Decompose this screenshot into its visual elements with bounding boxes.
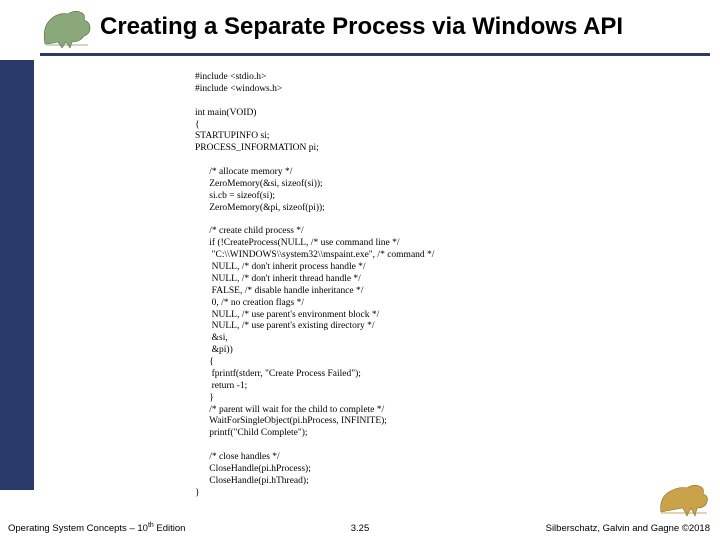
dinosaur-icon-right xyxy=(657,480,712,518)
dinosaur-icon-left xyxy=(40,8,95,50)
footer-left: Operating System Concepts – 10th Edition xyxy=(8,522,185,534)
footer: Operating System Concepts – 10th Edition… xyxy=(0,514,720,534)
side-accent-bar xyxy=(0,60,34,490)
code-listing: #include <stdio.h> #include <windows.h> … xyxy=(195,72,434,500)
footer-copyright: Silberschatz, Galvin and Gagne ©2018 xyxy=(546,523,710,534)
slide-title: Creating a Separate Process via Windows … xyxy=(100,13,623,41)
footer-book: Operating System Concepts – 10 xyxy=(8,523,148,534)
horizontal-rule xyxy=(40,53,710,56)
footer-edition-suffix: Edition xyxy=(154,523,186,534)
footer-page-number: 3.25 xyxy=(351,523,370,534)
